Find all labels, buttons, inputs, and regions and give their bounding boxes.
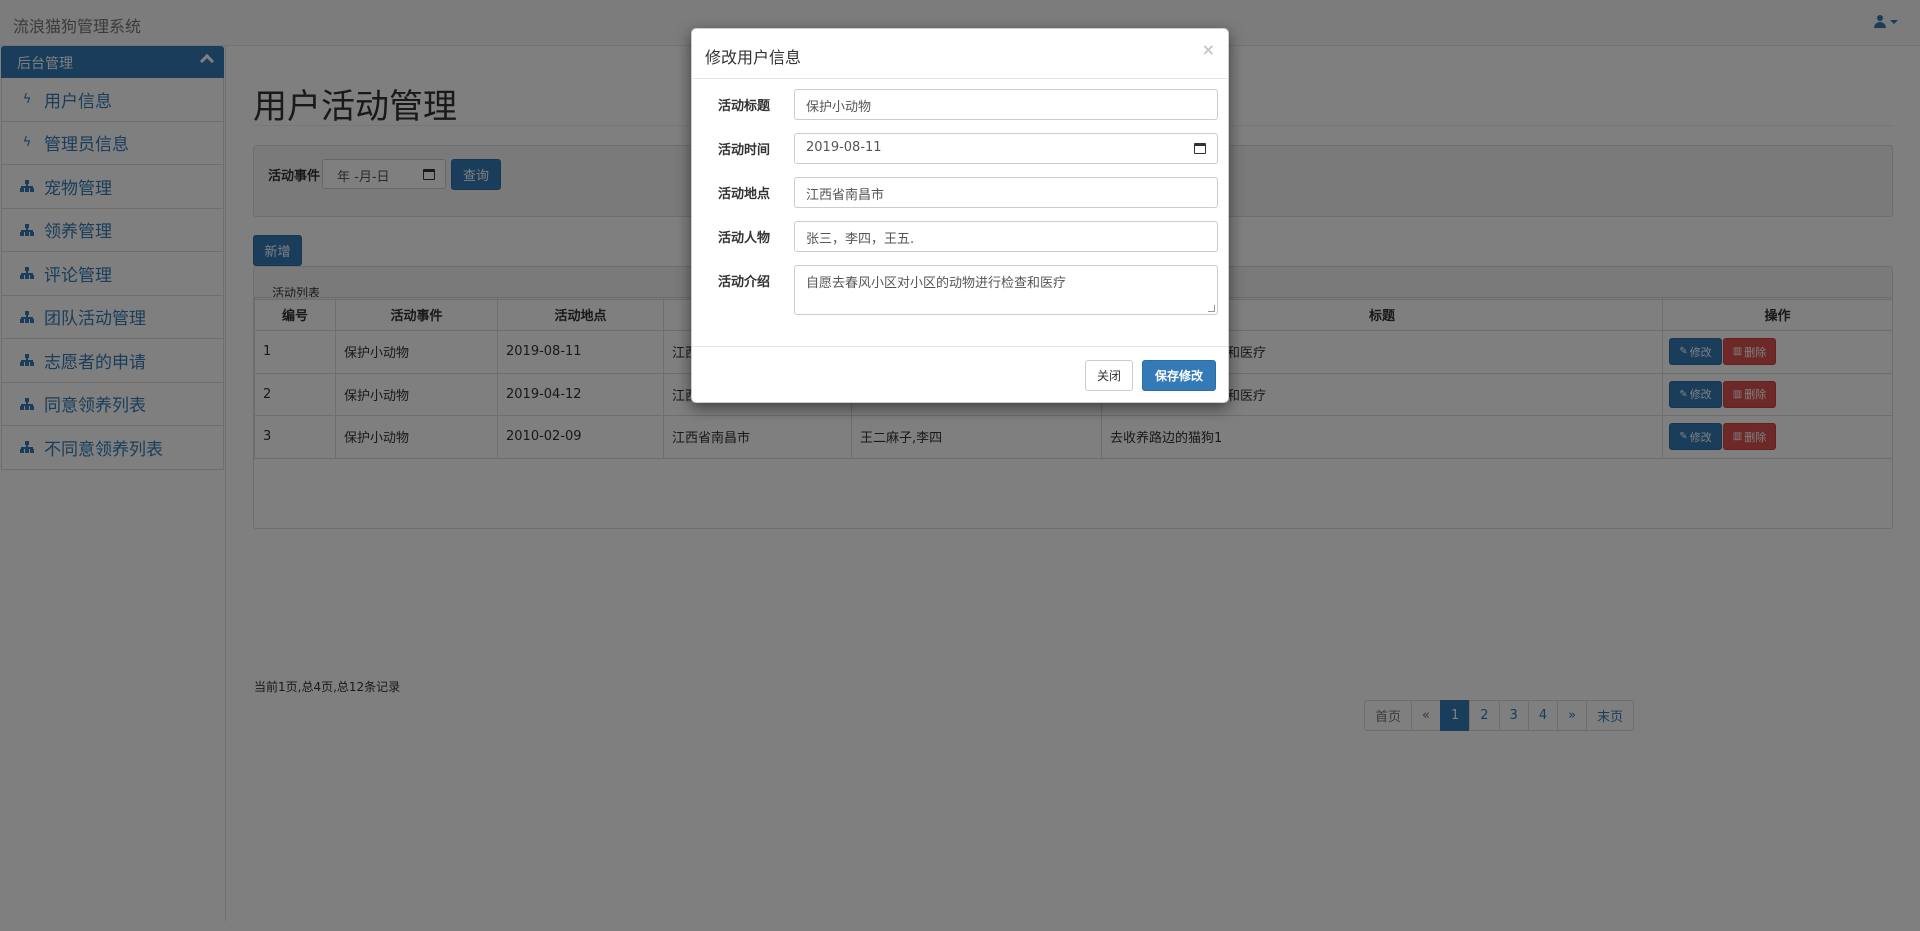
field-input[interactable]: 2019-08-11: [794, 133, 1218, 164]
modal-header: 修改用户信息 ×: [692, 29, 1228, 79]
description-textarea[interactable]: 自愿去春风小区对小区的动物进行检查和医疗: [794, 265, 1218, 315]
field-input[interactable]: 保护小动物: [794, 89, 1218, 120]
close-button[interactable]: 关闭: [1085, 360, 1133, 391]
field-label: 活动人物: [718, 231, 771, 246]
field-value: 2019-08-11: [806, 140, 882, 155]
modal-title: 修改用户信息: [705, 48, 802, 67]
resize-grip-icon[interactable]: [1208, 305, 1215, 312]
field-label: 活动时间: [718, 143, 771, 158]
modal-footer: 关闭 保存修改: [692, 346, 1228, 403]
field-value: 张三，李四，王五.: [806, 232, 915, 247]
field-value: 保护小动物: [806, 100, 872, 115]
edit-user-modal: 修改用户信息 × 活动标题 保护小动物活动时间 2019-08-11 活动地点 江西省南…: [691, 28, 1229, 403]
close-icon[interactable]: ×: [1202, 40, 1215, 59]
save-button[interactable]: 保存修改: [1142, 360, 1216, 391]
field-label: 活动标题: [718, 99, 771, 114]
field-value: 自愿去春风小区对小区的动物进行检查和医疗: [806, 276, 1067, 291]
field-input[interactable]: 江西省南昌市: [794, 177, 1218, 208]
field-label: 活动地点: [718, 187, 771, 202]
calendar-icon[interactable]: [1194, 143, 1206, 154]
field-value: 江西省南昌市: [806, 188, 885, 203]
field-label: 活动介绍: [718, 275, 771, 290]
field-input[interactable]: 张三，李四，王五.: [794, 221, 1218, 252]
